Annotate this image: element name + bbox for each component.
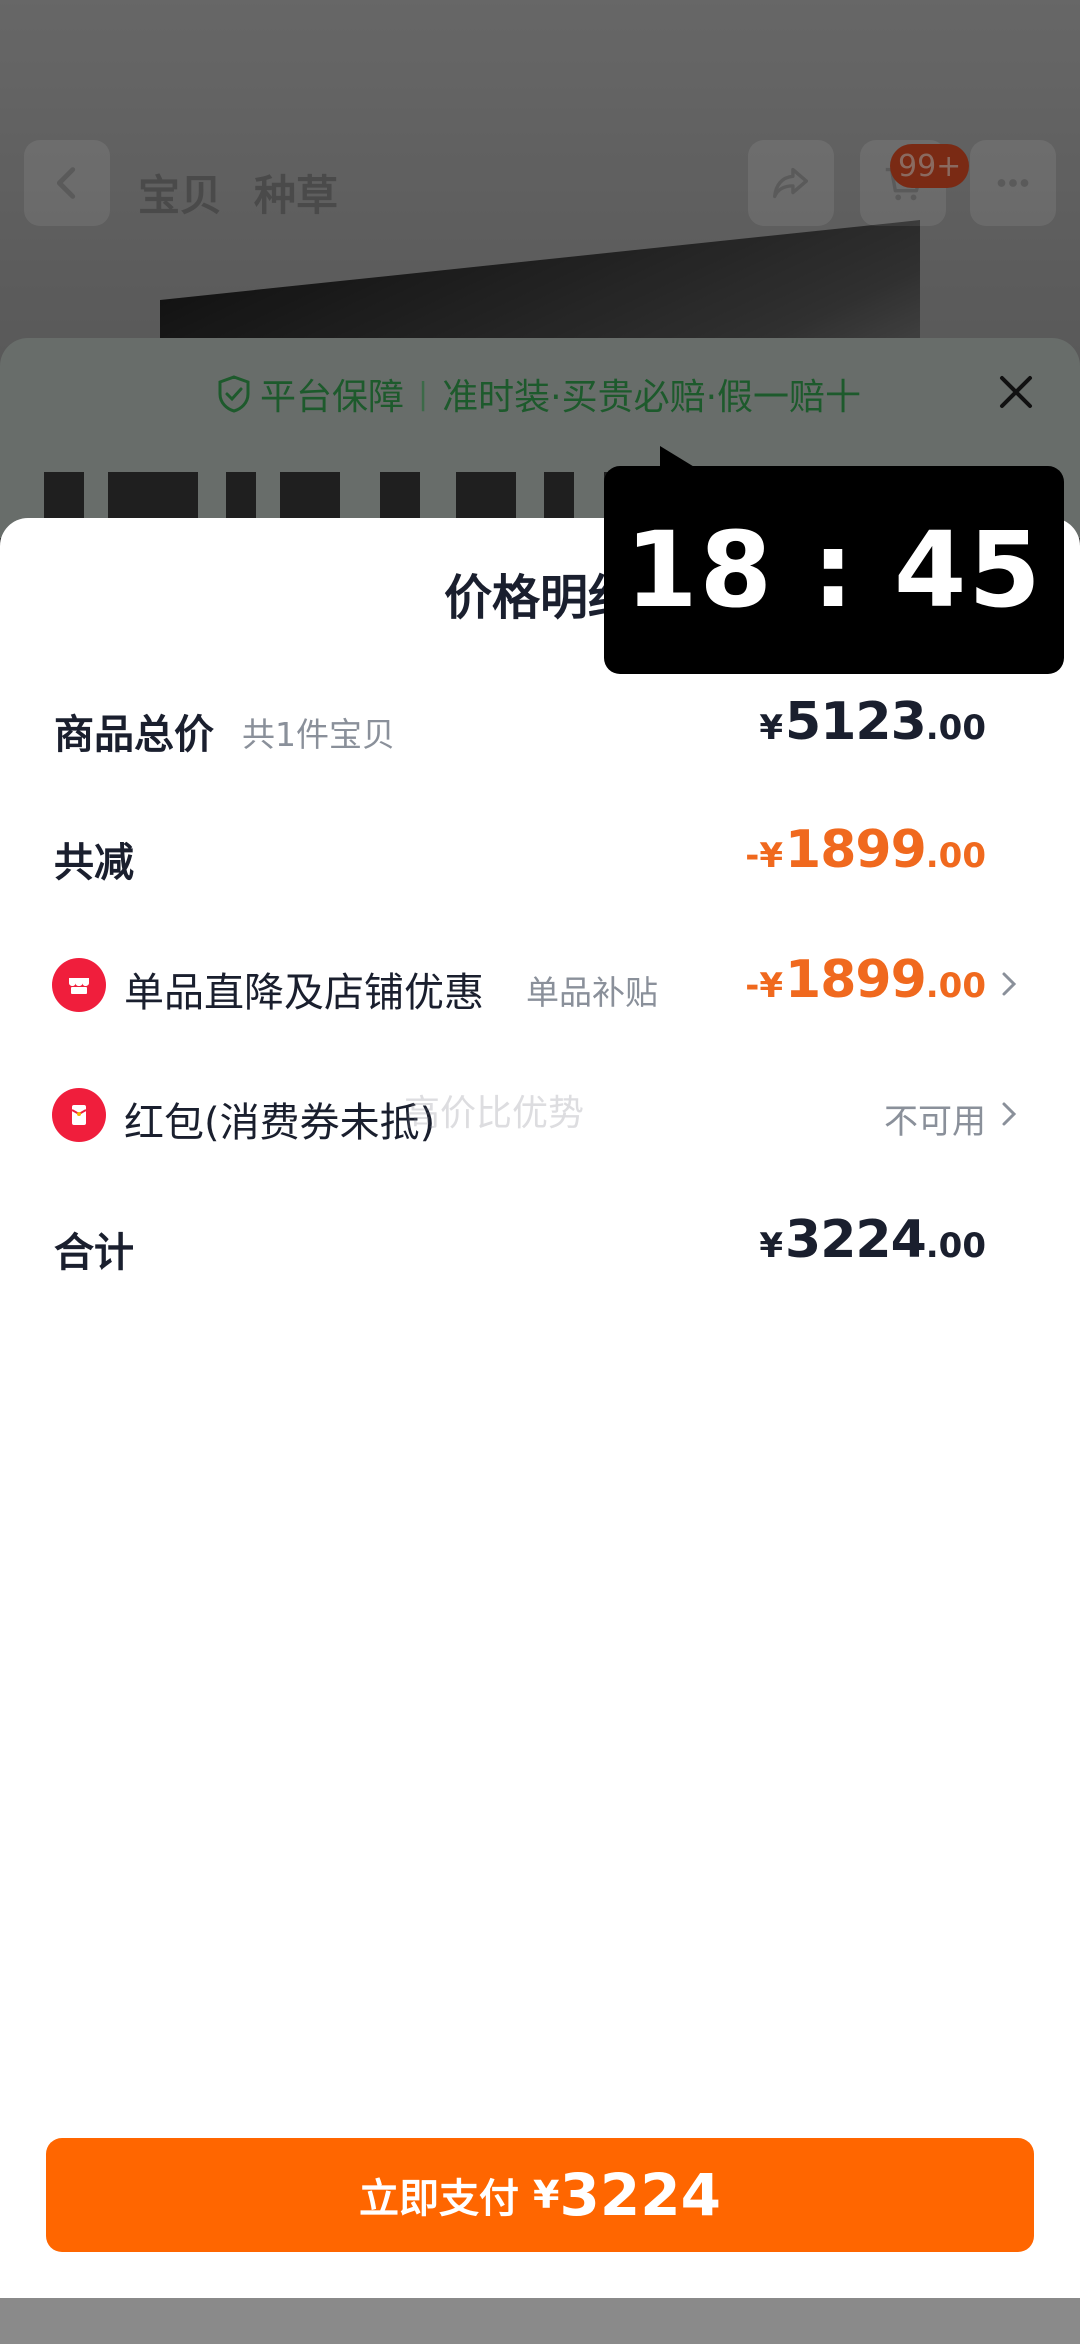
red-packet-status: 不可用	[884, 1102, 986, 1142]
red-packet-icon	[52, 1088, 106, 1142]
pay-amount: 3224	[559, 2161, 721, 2229]
goods-count: 共1件宝贝	[242, 715, 395, 754]
guarantee-separator: |	[418, 376, 429, 412]
timer-overlay: 18 : 45	[604, 446, 1064, 674]
more-button[interactable]	[970, 140, 1056, 226]
total-reduction-label: 共减	[54, 840, 134, 886]
timer-text: 18 : 45	[625, 509, 1043, 631]
red-packet-label: 红包(消费券未抵)	[124, 1100, 436, 1146]
bottom-strip	[0, 2298, 1080, 2344]
store-discount-price: -¥ 1899.00	[745, 950, 986, 1010]
cart-count-badge: 99+	[890, 144, 970, 188]
guarantee-items: 准时装·买贵必赔·假一赔十	[442, 377, 862, 418]
row-goods-total: 商品总价 共1件宝贝 ¥5123.00	[0, 676, 1080, 776]
chevron-right-icon	[1002, 972, 1017, 996]
price-details-sheet: 价格明细 商品总价 共1件宝贝 ¥5123.00 共减 -¥ 1899.00 单品…	[0, 518, 1080, 2298]
back-button[interactable]	[24, 140, 110, 226]
pay-currency: ¥	[533, 2173, 560, 2217]
close-icon	[1000, 376, 1032, 408]
shop-icon	[52, 958, 106, 1012]
row-store-discount[interactable]: 单品直降及店铺优惠 单品补贴 -¥ 1899.00	[0, 934, 1080, 1034]
share-button[interactable]	[748, 140, 834, 226]
chevron-left-icon	[56, 167, 76, 199]
row-sum: 合计 ¥3224.00	[0, 1194, 1080, 1294]
row-total-reduction: 共减 -¥ 1899.00	[0, 804, 1080, 904]
pay-now-button[interactable]: 立即支付 ¥ 3224	[46, 2138, 1034, 2252]
sum-price: ¥3224.00	[759, 1210, 986, 1270]
more-icon	[997, 179, 1029, 187]
pay-label: 立即支付	[359, 2176, 520, 2222]
goods-total-price: ¥5123.00	[759, 692, 986, 752]
tab-baobei[interactable]: 宝贝	[138, 162, 222, 223]
shield-check-icon	[218, 375, 250, 413]
store-discount-sub: 单品补贴	[526, 973, 658, 1012]
watermark: 高价比优势	[404, 1093, 585, 1134]
chevron-right-icon	[1002, 1102, 1017, 1126]
close-button[interactable]	[992, 368, 1040, 416]
tab-zhongcao[interactable]: 种草	[254, 162, 338, 223]
store-discount-label: 单品直降及店铺优惠	[124, 970, 484, 1016]
sum-label: 合计	[54, 1230, 134, 1276]
total-reduction-price: -¥ 1899.00	[745, 820, 986, 880]
goods-total-label: 商品总价	[54, 712, 214, 758]
guarantee-platform: 平台保障	[260, 377, 405, 418]
share-icon	[773, 167, 809, 199]
guarantee-bar: 平台保障 | 准时装·买贵必赔·假一赔十	[216, 366, 861, 422]
